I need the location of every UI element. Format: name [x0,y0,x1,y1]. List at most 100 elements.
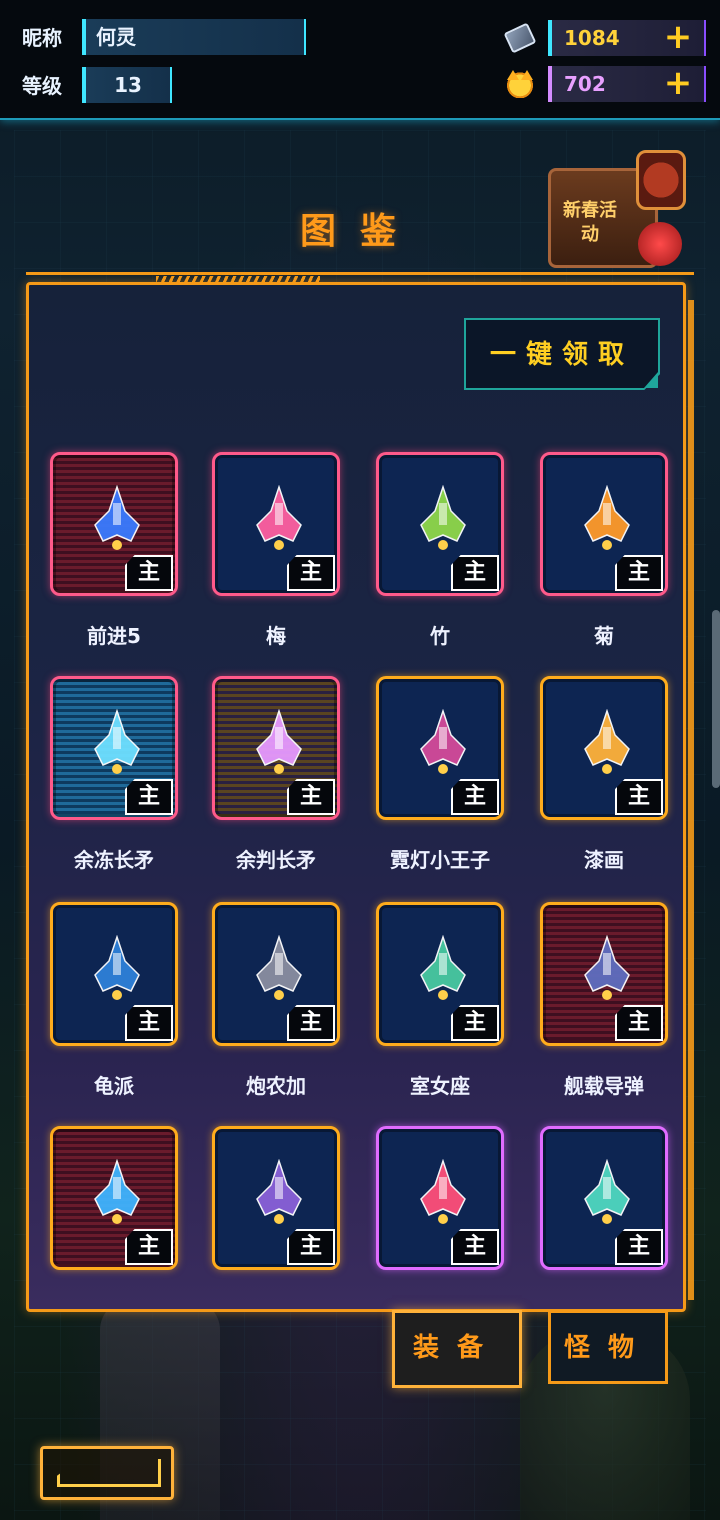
ship-icon [577,934,637,1007]
item-name: 前进5 [87,624,141,648]
item-frame: 主 [540,902,668,1046]
collection-item[interactable]: 主 [212,452,340,598]
main-tag-badge: 主 [615,1005,663,1041]
back-arrow-icon [57,1459,161,1487]
ship-icon [87,708,147,781]
ship-icon [249,1158,309,1231]
item-name: 余判长矛 [236,848,316,872]
tab-monster[interactable]: 怪物 [548,1310,668,1384]
collection-item[interactable]: 主 [376,902,504,1048]
item-frame: 主 [376,676,504,820]
cat-currency-value: 702 [564,72,606,96]
ship-icon [249,708,309,781]
ship-icon [413,708,473,781]
item-name: 炮农加 [246,1074,306,1098]
cat-currency-field: 702 + [548,66,706,102]
collection-item[interactable]: 主 [376,1126,504,1272]
nickname-label: 昵称 [22,26,62,50]
item-name: 龟派 [94,1074,134,1098]
item-frame: 主 [50,676,178,820]
collection-item[interactable]: 主 [212,676,340,822]
collection-item[interactable]: 主 [212,902,340,1048]
level-label: 等级 [22,74,62,98]
main-tag-badge: 主 [125,1229,173,1265]
collection-item[interactable]: 主 [212,1126,340,1272]
main-tag-badge: 主 [451,555,499,591]
main-tag-badge: 主 [125,555,173,591]
ship-icon [87,1158,147,1231]
add-cat-currency-button[interactable]: + [662,66,694,100]
main-tag-badge: 主 [125,779,173,815]
ship-icon [87,484,147,557]
main-tag-badge: 主 [451,1229,499,1265]
flower-icon [638,222,682,266]
main-tag-badge: 主 [615,555,663,591]
panel-top-border [26,272,694,282]
page-title: 图鉴 [299,211,420,252]
top-bar: 昵称 何灵 等级 13 1084 + 702 + [0,0,720,120]
level-field: 13 [82,67,172,103]
main-tag-badge: 主 [615,779,663,815]
ship-icon [249,484,309,557]
item-frame: 主 [540,1126,668,1270]
collection-item[interactable]: 主 [540,452,668,598]
main-tag-badge: 主 [287,1005,335,1041]
collection-item[interactable]: 主 [540,676,668,822]
collection-item[interactable]: 主 [376,676,504,822]
item-frame: 主 [212,1126,340,1270]
item-frame: 主 [50,452,178,596]
collection-item[interactable]: 主 [376,452,504,598]
item-name: 霓灯小王子 [390,848,490,872]
collection-item[interactable]: 主 [540,902,668,1048]
lantern-icon [636,150,686,210]
main-tag-badge: 主 [615,1229,663,1265]
ship-icon [577,1158,637,1231]
main-tag-badge: 主 [287,1229,335,1265]
ship-icon [249,934,309,1007]
ship-icon [577,484,637,557]
item-name: 室女座 [410,1074,470,1098]
gold-currency-value: 1084 [564,26,620,50]
item-name: 竹 [430,624,450,648]
ship-icon [87,934,147,1007]
ship-icon [413,484,473,557]
add-gold-button[interactable]: + [662,20,694,54]
item-frame: 主 [540,452,668,596]
event-label: 新春活动 [563,200,617,245]
item-frame: 主 [50,902,178,1046]
ship-icon [577,708,637,781]
collection-item[interactable]: 主 [50,676,178,822]
back-button[interactable] [40,1446,174,1500]
tab-equipment[interactable]: 装备 [392,1310,522,1388]
main-tag-badge: 主 [451,779,499,815]
item-name: 漆画 [584,848,624,872]
item-name: 余冻长矛 [74,848,154,872]
cat-currency-icon [502,66,538,102]
collection-item[interactable]: 主 [50,902,178,1048]
panel-right-border [688,300,694,1300]
collection-item[interactable]: 主 [50,1126,178,1272]
scrollbar[interactable] [712,610,720,788]
item-name: 梅 [266,624,286,648]
main-tag-badge: 主 [125,1005,173,1041]
item-frame: 主 [376,452,504,596]
claim-all-button[interactable]: 一键领取 [464,318,660,390]
card-currency-icon [502,20,538,56]
gold-currency-field: 1084 + [548,20,706,56]
main-tag-badge: 主 [451,1005,499,1041]
item-frame: 主 [212,676,340,820]
main-tag-badge: 主 [287,779,335,815]
collection-item[interactable]: 主 [50,452,178,598]
item-frame: 主 [376,902,504,1046]
nickname-field: 何灵 [82,19,306,55]
item-frame: 主 [212,452,340,596]
item-frame: 主 [50,1126,178,1270]
main-tag-badge: 主 [287,555,335,591]
item-name: 舰载导弹 [564,1074,644,1098]
ship-icon [413,1158,473,1231]
item-frame: 主 [376,1126,504,1270]
ship-icon [413,934,473,1007]
item-name: 菊 [594,624,614,648]
collection-item[interactable]: 主 [540,1126,668,1272]
item-frame: 主 [212,902,340,1046]
